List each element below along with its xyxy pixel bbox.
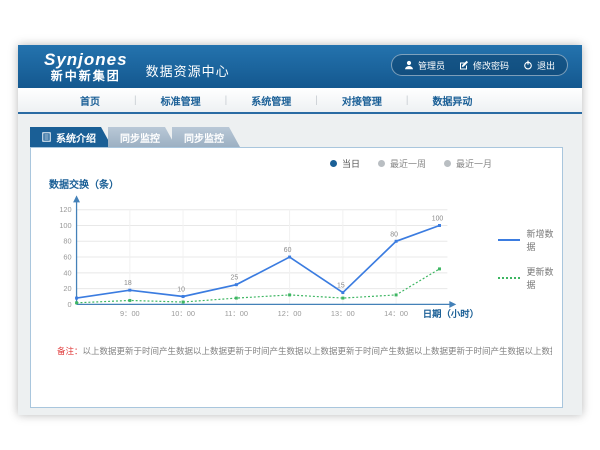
svg-text:13：00: 13：00 — [331, 309, 355, 318]
change-password-label: 修改密码 — [473, 59, 509, 72]
radio-label: 最近一周 — [390, 157, 426, 170]
legend-line-dotted-icon — [498, 277, 520, 279]
nav-item-standards[interactable]: 标准管理 — [137, 93, 225, 108]
radio-dot — [378, 160, 385, 167]
nav-item-system[interactable]: 系统管理 — [227, 93, 315, 108]
svg-text:日期（小时）: 日期（小时） — [423, 308, 479, 319]
svg-text:80: 80 — [63, 237, 71, 246]
tab-sync-monitor-2[interactable]: 同步监控 — [172, 127, 240, 147]
document-icon — [42, 132, 51, 142]
legend-line-solid-icon — [498, 239, 520, 241]
page-title: 数据资源中心 — [146, 61, 230, 80]
chart-legend: 新增数据 更新数据 — [498, 227, 562, 329]
tab-sync-monitor-1[interactable]: 同步监控 — [108, 127, 176, 147]
current-user-button[interactable]: 管理员 — [404, 59, 445, 72]
user-toolbar: 管理员 修改密码 退出 — [391, 54, 568, 76]
chart-area: 0 20 40 60 80 100 120 9：00 10：00 11：00 12：00 13：00 1… — [45, 193, 562, 329]
svg-text:18: 18 — [124, 280, 132, 287]
app-window: Synjones 新中新集团 数据资源中心 管理员 修改密码 — [18, 45, 582, 415]
logo-subtitle: 新中新集团 — [44, 70, 128, 82]
tab-system-intro[interactable]: 系统介绍 — [30, 127, 112, 147]
header: Synjones 新中新集团 数据资源中心 管理员 修改密码 — [18, 45, 582, 88]
tab-label: 系统介绍 — [56, 130, 96, 145]
content-panel: 当日 最近一周 最近一月 数据交换（条） 0 20 40 60 80 100 120 9：00… — [30, 147, 563, 408]
footnote: 备注：以上数据更新于时间产生数据以上数据更新于时间产生数据以上数据更新于时间产生… — [57, 345, 552, 357]
svg-text:15: 15 — [337, 283, 345, 290]
nav-item-data-change[interactable]: 数据异动 — [408, 93, 496, 108]
svg-text:11：00: 11：00 — [225, 309, 248, 318]
user-name-label: 管理员 — [418, 59, 445, 72]
power-icon — [523, 60, 533, 70]
svg-text:10: 10 — [177, 287, 185, 294]
legend-item-new-data: 新增数据 — [498, 227, 562, 253]
radio-dot — [330, 160, 337, 167]
nav-item-home[interactable]: 首页 — [46, 93, 134, 108]
change-password-button[interactable]: 修改密码 — [459, 59, 509, 72]
nav-item-integration[interactable]: 对接管理 — [318, 93, 406, 108]
company-logo: Synjones 新中新集团 — [44, 51, 128, 82]
svg-text:100: 100 — [432, 216, 444, 223]
tab-label: 同步监控 — [120, 130, 160, 145]
svg-text:12：00: 12：00 — [278, 309, 302, 318]
user-icon — [404, 60, 414, 70]
svg-text:0: 0 — [68, 300, 72, 309]
time-range-filter: 当日 最近一周 最近一月 — [31, 148, 562, 170]
svg-text:25: 25 — [231, 275, 239, 282]
line-chart: 0 20 40 60 80 100 120 9：00 10：00 11：00 12：00 13：00 1… — [45, 193, 484, 329]
radio-label: 当日 — [342, 157, 360, 170]
svg-text:10：00: 10：00 — [171, 309, 195, 318]
svg-text:9：00: 9：00 — [120, 309, 140, 318]
svg-text:60: 60 — [284, 247, 292, 254]
legend-label: 新增数据 — [527, 227, 562, 253]
svg-text:120: 120 — [59, 205, 71, 214]
radio-last-week[interactable]: 最近一周 — [378, 157, 426, 170]
svg-text:40: 40 — [63, 268, 71, 277]
legend-item-updated-data: 更新数据 — [498, 265, 562, 291]
footnote-text: 以上数据更新于时间产生数据以上数据更新于时间产生数据以上数据更新于时间产生数据以… — [83, 346, 552, 356]
svg-text:100: 100 — [59, 221, 71, 230]
svg-text:80: 80 — [390, 231, 398, 238]
radio-label: 最近一月 — [456, 157, 492, 170]
footnote-prefix: 备注： — [57, 346, 83, 356]
y-axis-title: 数据交换（条） — [49, 176, 562, 191]
logo-name: Synjones — [44, 51, 128, 68]
svg-text:14：00: 14：00 — [384, 309, 408, 318]
legend-label: 更新数据 — [527, 265, 562, 291]
edit-icon — [459, 60, 469, 70]
tab-bar: 系统介绍 同步监控 同步监控 — [30, 127, 582, 147]
logout-button[interactable]: 退出 — [523, 59, 555, 72]
tab-label: 同步监控 — [184, 130, 224, 145]
svg-text:20: 20 — [63, 284, 71, 293]
logout-label: 退出 — [537, 59, 555, 72]
radio-today[interactable]: 当日 — [330, 157, 360, 170]
radio-dot — [444, 160, 451, 167]
main-nav: 首页 | 标准管理 | 系统管理 | 对接管理 | 数据异动 — [18, 88, 582, 114]
radio-last-month[interactable]: 最近一月 — [444, 157, 492, 170]
svg-text:60: 60 — [63, 253, 71, 262]
